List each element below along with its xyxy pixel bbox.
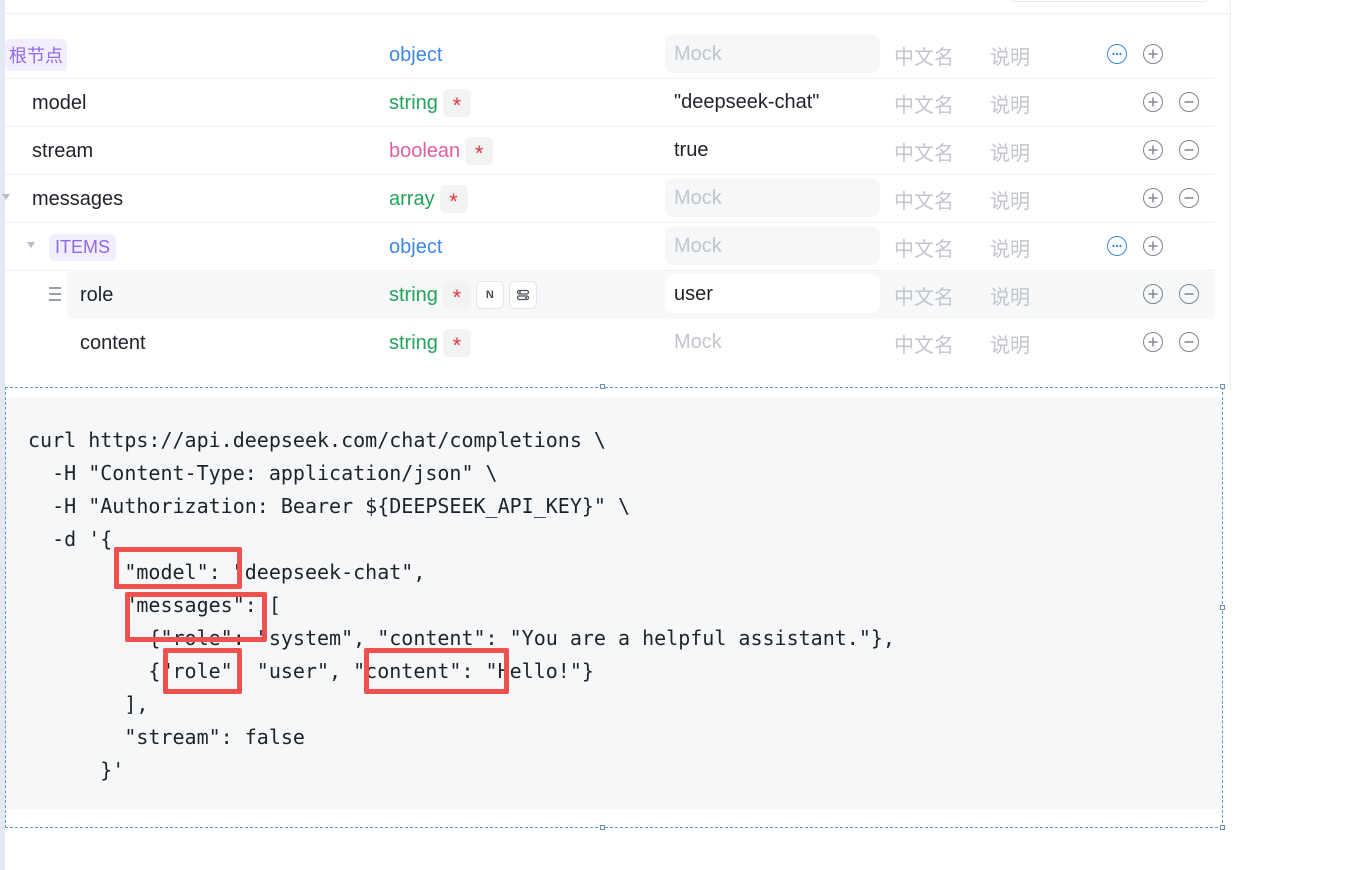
field-name-cell[interactable]: content	[80, 319, 146, 367]
field-name[interactable]: content	[80, 332, 146, 355]
add-child-icon[interactable]	[1143, 44, 1163, 64]
cn-name-input[interactable]: 中文名	[894, 319, 954, 367]
resize-handle-bottom-right[interactable]	[1220, 825, 1225, 830]
type-label[interactable]: string	[389, 332, 438, 355]
add-child-icon[interactable]	[1143, 236, 1163, 256]
right-divider	[1230, 0, 1231, 390]
required-toggle[interactable]: *	[442, 329, 471, 357]
json-schema-editor: 根节点 object Mock 中文名 说明 model string * "d…	[2, 31, 1215, 367]
type-cell[interactable]: array *	[389, 175, 468, 223]
items-node-tag: ITEMS	[49, 233, 117, 261]
remove-field-icon[interactable]	[1179, 140, 1199, 160]
required-toggle[interactable]: *	[465, 137, 494, 165]
cn-name-input[interactable]: 中文名	[894, 127, 954, 175]
add-sibling-icon[interactable]	[1143, 284, 1163, 304]
mock-input[interactable]: Mock	[665, 227, 880, 265]
field-name[interactable]: model	[32, 92, 86, 115]
more-options-icon[interactable]	[1107, 44, 1127, 64]
top-search-input[interactable]	[1010, 0, 1208, 2]
description-input[interactable]: 说明	[990, 127, 1030, 175]
root-node-tag: 根节点	[5, 39, 67, 71]
resize-handle-top-right[interactable]	[1220, 384, 1225, 389]
required-toggle[interactable]: *	[439, 185, 468, 213]
nullable-toggle[interactable]: N	[475, 281, 504, 309]
description-input[interactable]: 说明	[990, 271, 1030, 319]
schema-row-root[interactable]: 根节点 object Mock 中文名 说明	[5, 31, 1215, 79]
schema-row-stream[interactable]: stream boolean * true 中文名 说明	[5, 127, 1215, 175]
more-options-icon[interactable]	[1107, 236, 1127, 256]
field-name[interactable]: stream	[32, 140, 93, 163]
drag-handle-icon[interactable]	[49, 287, 61, 301]
field-name-cell[interactable]: messages	[32, 175, 123, 223]
advanced-settings-icon[interactable]	[508, 281, 537, 309]
remove-field-icon[interactable]	[1179, 284, 1199, 304]
type-label[interactable]: string	[389, 284, 438, 307]
cn-name-input[interactable]: 中文名	[894, 31, 954, 79]
required-toggle[interactable]: *	[442, 281, 471, 309]
resize-handle-bottom[interactable]	[600, 825, 605, 830]
required-toggle[interactable]: *	[442, 89, 471, 117]
type-label[interactable]: object	[389, 44, 442, 67]
schema-row-content[interactable]: content string * Mock 中文名 说明	[5, 319, 1215, 367]
description-input[interactable]: 说明	[990, 223, 1030, 271]
field-name[interactable]: messages	[32, 188, 123, 211]
type-label[interactable]: object	[389, 236, 442, 259]
cn-name-input[interactable]: 中文名	[894, 223, 954, 271]
field-name-cell[interactable]: stream	[32, 127, 93, 175]
mock-input[interactable]: Mock	[665, 35, 880, 73]
mock-input[interactable]: Mock	[665, 323, 880, 361]
schema-row-items[interactable]: ITEMS object Mock 中文名 说明	[5, 223, 1215, 271]
add-sibling-icon[interactable]	[1143, 92, 1163, 112]
remove-field-icon[interactable]	[1179, 92, 1199, 112]
type-cell[interactable]: string *	[389, 319, 471, 367]
type-label[interactable]: array	[389, 188, 435, 211]
selection-frame[interactable]	[5, 387, 1223, 828]
remove-field-icon[interactable]	[1179, 332, 1199, 352]
description-input[interactable]: 说明	[990, 175, 1030, 223]
type-cell[interactable]: string *	[389, 79, 471, 127]
schema-row-role[interactable]: role string * N user 中文名 说明	[67, 271, 1215, 319]
type-label[interactable]: string	[389, 92, 438, 115]
resize-handle-top[interactable]	[600, 384, 605, 389]
add-sibling-icon[interactable]	[1143, 188, 1163, 208]
cn-name-input[interactable]: 中文名	[894, 271, 954, 319]
cn-name-input[interactable]: 中文名	[894, 79, 954, 127]
top-divider	[5, 13, 1230, 14]
add-sibling-icon[interactable]	[1143, 332, 1163, 352]
items-node-cell: ITEMS	[49, 223, 117, 271]
schema-row-model[interactable]: model string * "deepseek-chat" 中文名 说明	[5, 79, 1215, 127]
description-input[interactable]: 说明	[990, 31, 1030, 79]
root-node-cell: 根节点	[5, 31, 67, 79]
remove-field-icon[interactable]	[1179, 188, 1199, 208]
type-label[interactable]: boolean	[389, 140, 460, 163]
mock-input[interactable]: "deepseek-chat"	[665, 83, 880, 121]
field-name-cell[interactable]: model	[32, 79, 86, 127]
cn-name-input[interactable]: 中文名	[894, 175, 954, 223]
mock-input[interactable]: true	[665, 131, 880, 169]
type-cell[interactable]: string * N	[389, 271, 537, 319]
type-cell[interactable]: boolean *	[389, 127, 494, 175]
add-sibling-icon[interactable]	[1143, 140, 1163, 160]
schema-row-role-wrapper: role string * N user 中文名 说明	[5, 271, 1215, 319]
description-input[interactable]: 说明	[990, 319, 1030, 367]
description-input[interactable]: 说明	[990, 79, 1030, 127]
resize-handle-right[interactable]	[1220, 605, 1225, 610]
type-cell[interactable]: object	[389, 31, 442, 79]
mock-input[interactable]: user	[665, 275, 880, 313]
mock-input[interactable]: Mock	[665, 179, 880, 217]
field-name-cell[interactable]: role	[80, 271, 113, 319]
field-name[interactable]: role	[80, 284, 113, 307]
schema-row-messages[interactable]: messages array * Mock 中文名 说明	[2, 175, 1215, 223]
type-cell[interactable]: object	[389, 223, 442, 271]
collapse-caret-icon[interactable]	[2, 194, 10, 200]
collapse-caret-icon[interactable]	[27, 242, 35, 248]
